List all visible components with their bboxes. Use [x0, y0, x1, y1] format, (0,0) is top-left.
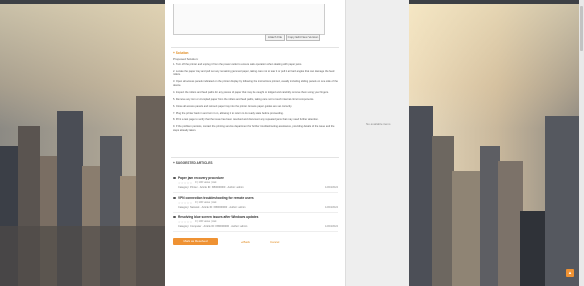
scroll-top-button[interactable]: ▴: [566, 269, 574, 277]
solution-step: 8. Print a test page to verify that the …: [173, 118, 319, 122]
divider: [171, 47, 339, 48]
suggested-articles-title: + SUGGESTED ARTICLES: [173, 161, 213, 165]
article-info: Category: Computer · Article ID: KB00000…: [178, 225, 248, 228]
solution-step: 6. Close all access panels and reinsert …: [173, 104, 293, 108]
building: [452, 171, 482, 286]
building: [432, 136, 454, 286]
article-stats: 0 | 100 views | Ask: [195, 220, 217, 223]
article-title[interactable]: Resolving blue screen issues after Windo…: [178, 215, 258, 219]
solution-subtitle: Proposed Solution:: [173, 57, 199, 61]
article-date: 12/03/2024: [325, 186, 338, 189]
building: [480, 146, 500, 286]
article-date: 12/03/2024: [325, 206, 338, 209]
attach-file-button[interactable]: Attach File: [265, 34, 285, 41]
article-title[interactable]: VPN connection troubleshooting for remot…: [178, 196, 254, 200]
divider: [173, 212, 338, 213]
sidebar-empty-note: No available items: [366, 122, 391, 126]
rating-stars[interactable]: ☆☆☆☆☆: [178, 201, 192, 205]
solution-steps: 1. Turn off the printer and unplug it fr…: [173, 63, 338, 136]
divider: [171, 157, 339, 158]
article-item[interactable]: VPN connection troubleshooting for remot…: [173, 196, 338, 213]
solution-title: + Solution: [173, 51, 189, 55]
ticket-panel: Attach File Copy Edit New Version + Solu…: [165, 0, 345, 286]
rating-stars[interactable]: ☆☆☆☆☆: [178, 181, 192, 185]
cancel-link[interactable]: Cancel: [270, 240, 279, 244]
solution-step: 1. Turn off the printer and unplug it fr…: [173, 63, 302, 66]
solution-step: 2. Locate the paper tray and pull out an…: [173, 69, 335, 77]
article-item[interactable]: Paper jam recovery procedure ☆☆☆☆☆ 0 | 1…: [173, 176, 338, 193]
scrollbar-thumb[interactable]: [580, 6, 583, 51]
bullet-icon: [173, 176, 176, 179]
article-info: Category: Network · Article ID: KB000000…: [178, 206, 246, 209]
article-date: 12/03/2024: [325, 225, 338, 228]
solution-step: 4. Inspect the rollers and feed paths fo…: [173, 90, 329, 94]
solution-step: 9. If the problem persists, contact the …: [173, 125, 335, 132]
resolve-button[interactable]: Mark as Resolved: [173, 238, 218, 245]
building: [545, 116, 579, 286]
bullet-icon: [173, 196, 176, 199]
divider: [173, 231, 338, 232]
solution-step: 5. Remove any torn or crumpled paper fro…: [173, 97, 315, 101]
bullet-icon: [173, 215, 176, 218]
rating-stars[interactable]: ☆☆☆☆☆: [178, 220, 192, 224]
right-sidebar: No available items: [345, 0, 409, 286]
article-info: Category: Printer · Article ID: KB000000…: [178, 186, 244, 189]
back-link[interactable]: ◂ Back: [241, 240, 250, 244]
solution-step: 3. Open all access panels indicated on t…: [173, 80, 338, 87]
article-stats: 0 | 100 views | Ask: [195, 181, 217, 184]
chevron-up-icon: ▴: [568, 270, 572, 276]
building: [0, 226, 166, 286]
divider: [173, 192, 338, 193]
article-title[interactable]: Paper jam recovery procedure: [178, 176, 224, 180]
solution-step: 7. Plug the printer back in and turn it …: [173, 111, 284, 115]
comment-textarea[interactable]: [173, 4, 325, 35]
article-stats: 0 | 100 views | Ask: [195, 201, 217, 204]
article-item[interactable]: Resolving blue screen issues after Windo…: [173, 215, 338, 232]
copy-edit-button[interactable]: Copy Edit New Version: [286, 34, 320, 41]
building: [408, 106, 433, 286]
